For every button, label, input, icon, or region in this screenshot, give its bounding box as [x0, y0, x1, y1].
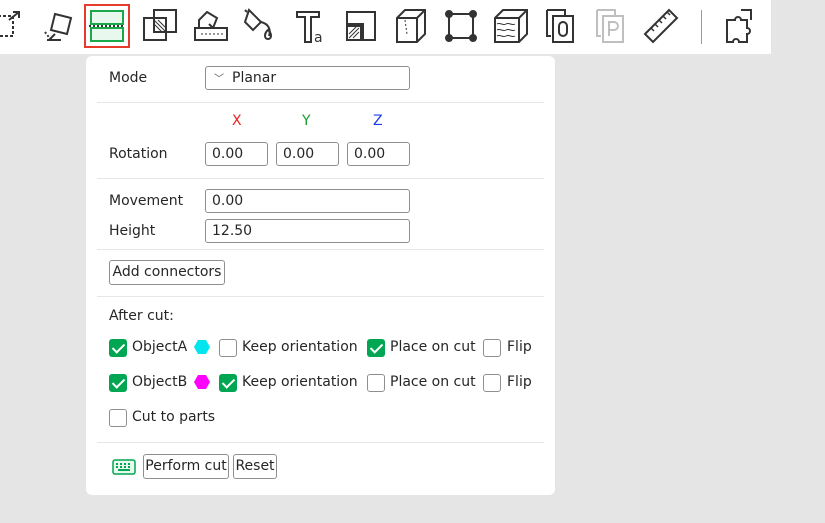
- object-a-place-on-cut-checkbox[interactable]: [367, 339, 385, 357]
- object-a-keep-orientation-checkbox[interactable]: [219, 339, 237, 357]
- divider: [97, 296, 544, 297]
- mode-value: Planar: [232, 70, 277, 86]
- object-a-checkbox[interactable]: [109, 339, 127, 357]
- assembly-icon[interactable]: [718, 4, 764, 48]
- place-on-face-icon[interactable]: [38, 4, 84, 48]
- reset-button[interactable]: Reset: [233, 454, 277, 479]
- cut-tool-panel: Mode ﹀ Planar X Y Z Rotation 0.00 0.00 0.…: [86, 56, 555, 495]
- after-cut-label: After cut:: [109, 308, 174, 324]
- object-a-keep-orientation-label: Keep orientation: [242, 339, 358, 355]
- rotation-z-input[interactable]: 0.00: [347, 142, 410, 166]
- support-paint-icon[interactable]: [188, 4, 234, 48]
- height-label: Height: [109, 223, 156, 239]
- rotation-y-input[interactable]: 0.00: [276, 142, 339, 166]
- emboss-icon[interactable]: [338, 4, 384, 48]
- scale-icon[interactable]: [0, 4, 32, 48]
- axis-x-label: X: [232, 113, 242, 129]
- object-b-keep-orientation-checkbox[interactable]: [219, 374, 237, 392]
- object-b-label: ObjectB: [132, 374, 188, 390]
- object-b-place-on-cut-checkbox[interactable]: [367, 374, 385, 392]
- cut-to-parts-checkbox[interactable]: [109, 409, 127, 427]
- object-b-keep-orientation-label: Keep orientation: [242, 374, 358, 390]
- svg-text:a: a: [314, 30, 323, 46]
- object-a-flip-checkbox[interactable]: [483, 339, 501, 357]
- svg-icon[interactable]: [588, 4, 634, 48]
- axis-z-label: Z: [373, 113, 383, 129]
- boolean-icon[interactable]: [137, 4, 183, 48]
- perform-cut-button[interactable]: Perform cut: [143, 454, 229, 479]
- cut-to-parts-label: Cut to parts: [132, 409, 216, 425]
- seam-paint-icon[interactable]: [238, 4, 284, 48]
- keyboard-icon[interactable]: [112, 459, 136, 475]
- measure-icon[interactable]: [638, 4, 684, 48]
- mode-label: Mode: [109, 70, 148, 86]
- rotation-x-input[interactable]: 0.00: [205, 142, 268, 166]
- mode-dropdown[interactable]: ﹀ Planar: [205, 66, 410, 90]
- variable-layer-height-icon[interactable]: [488, 4, 534, 48]
- measure-volume-icon[interactable]: [388, 4, 434, 48]
- movement-input[interactable]: 0.00: [205, 189, 410, 213]
- text-shape-icon[interactable]: [538, 4, 584, 48]
- object-b-flip-label: Flip: [507, 374, 532, 390]
- object-a-label: ObjectA: [132, 339, 188, 355]
- divider: [97, 442, 544, 443]
- add-connectors-button[interactable]: Add connectors: [109, 260, 225, 285]
- object-b-color-swatch: [194, 375, 210, 389]
- object-a-flip-label: Flip: [507, 339, 532, 355]
- object-a-color-swatch: [194, 340, 210, 354]
- divider: [97, 178, 544, 179]
- simplify-icon[interactable]: [438, 4, 484, 48]
- object-a-place-on-cut-label: Place on cut: [390, 339, 476, 355]
- rotation-label: Rotation: [109, 146, 168, 162]
- object-b-place-on-cut-label: Place on cut: [390, 374, 476, 390]
- cut-icon[interactable]: [84, 4, 130, 48]
- chevron-down-icon: ﹀: [214, 74, 224, 85]
- object-b-flip-checkbox[interactable]: [483, 374, 501, 392]
- divider: [97, 102, 544, 103]
- text-icon[interactable]: a: [288, 4, 334, 48]
- axis-y-label: Y: [302, 113, 311, 129]
- toolbar-separator: [701, 10, 702, 44]
- divider: [97, 249, 544, 250]
- object-b-checkbox[interactable]: [109, 374, 127, 392]
- gizmo-toolbar: a: [0, 0, 771, 54]
- height-input[interactable]: 12.50: [205, 219, 410, 243]
- movement-label: Movement: [109, 193, 184, 209]
